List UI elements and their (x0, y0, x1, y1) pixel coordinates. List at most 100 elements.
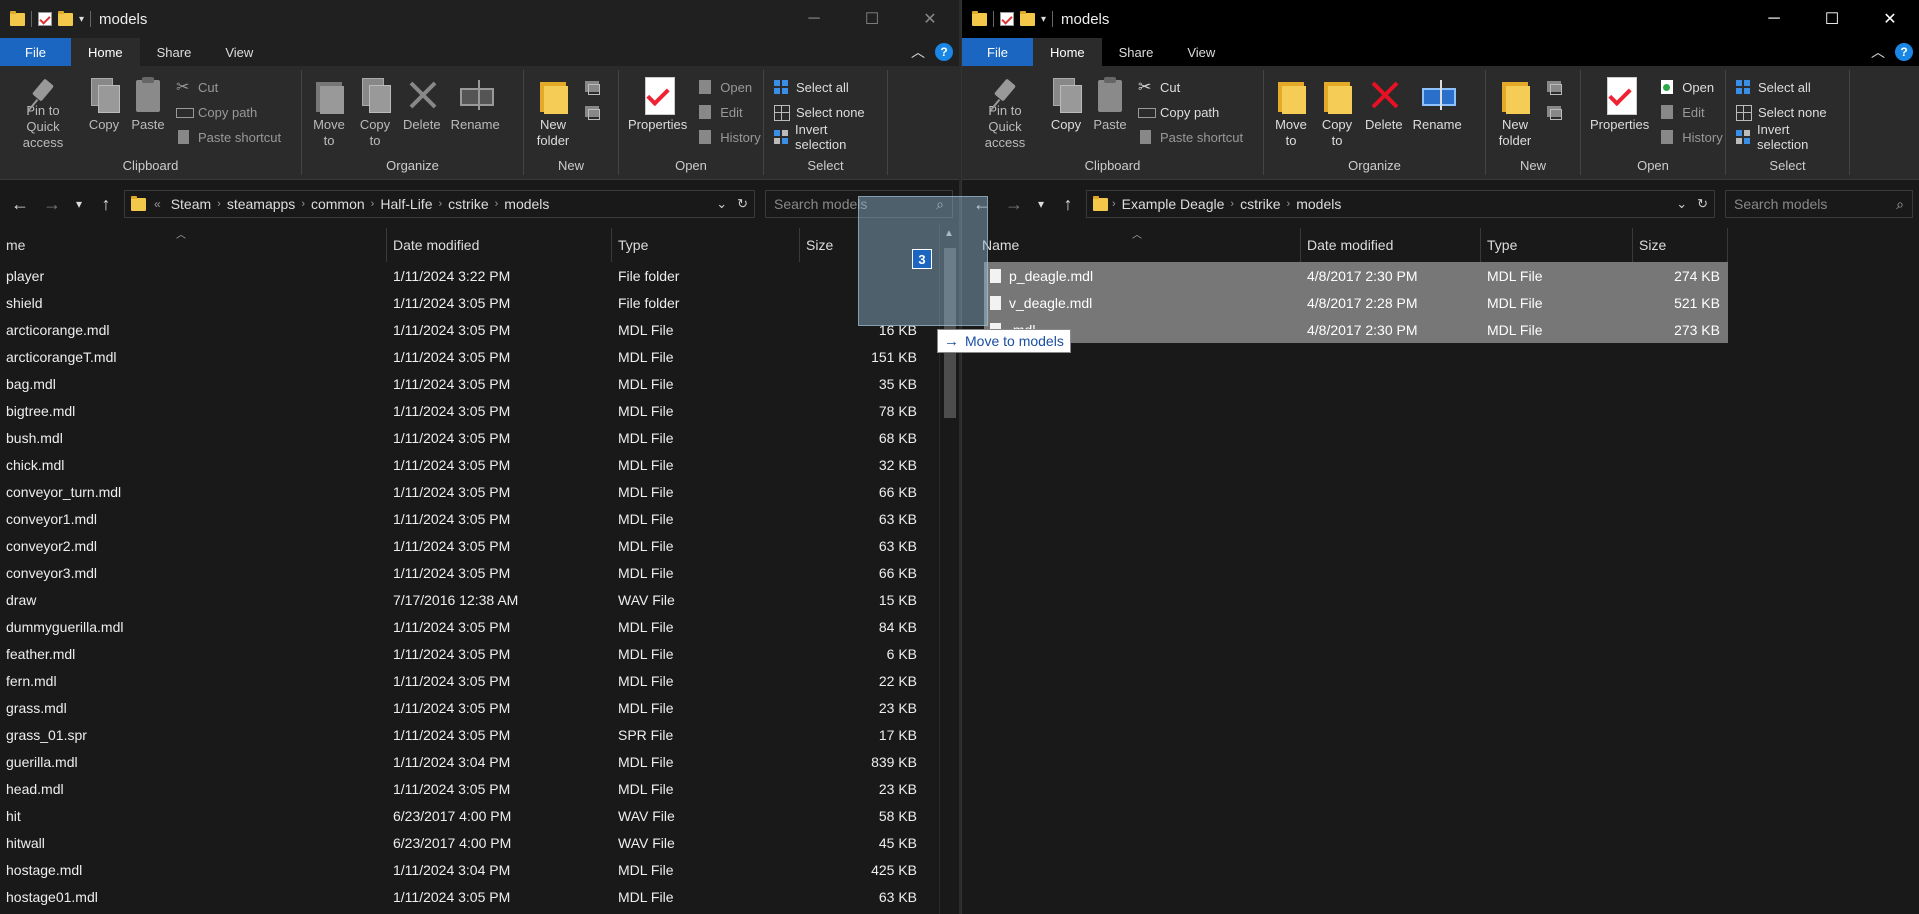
column-date-modified[interactable]: Date modified (1301, 228, 1481, 262)
title-bar[interactable]: ▾ models ─ ☐ ✕ (962, 0, 1919, 38)
paste-button[interactable]: Paste (1088, 74, 1132, 153)
file-row[interactable]: hostage.mdl 1/11/2024 3:04 PM MDL File 425 … (0, 856, 959, 883)
back-icon[interactable]: ← (6, 190, 34, 218)
file-row[interactable]: dummyguerilla.mdl 1/11/2024 3:05 PM MDL Fi… (0, 613, 959, 640)
file-row[interactable]: v_deagle.mdl 4/8/2017 2:28 PM MDL File 521 … (984, 289, 1728, 316)
history-button[interactable]: History (698, 126, 761, 148)
file-row[interactable]: conveyor2.mdl 1/11/2024 3:05 PM MDL File 63… (0, 532, 959, 559)
file-row[interactable]: bag.mdl 1/11/2024 3:05 PM MDL File 35 KB (0, 370, 959, 397)
pin-to-quick-access-button[interactable]: Pin to Quick access (966, 74, 1044, 153)
edit-button[interactable]: Edit (1660, 101, 1722, 123)
close-icon[interactable]: ✕ (1861, 0, 1919, 38)
select-none-button[interactable]: Select none (1736, 101, 1839, 123)
new-folder-button[interactable]: New folder (1490, 74, 1540, 153)
tab-file[interactable]: File (0, 38, 71, 66)
recent-locations-icon[interactable]: ▾ (70, 190, 88, 218)
file-row[interactable]: hitwall 6/23/2017 4:00 PM WAV File 45 KB (0, 829, 959, 856)
tab-share[interactable]: Share (140, 38, 209, 66)
address-bar[interactable]: › Example Deagle › cstrike › models ⌄ ↻ (1086, 190, 1715, 218)
address-overflow[interactable]: « (150, 197, 165, 211)
move-to-button[interactable]: Move to (306, 74, 352, 153)
select-all-button[interactable]: Select all (774, 76, 877, 98)
properties-icon[interactable] (38, 12, 52, 26)
close-icon[interactable]: ✕ (901, 0, 959, 38)
file-row[interactable]: guerilla.mdl 1/11/2024 3:04 PM MDL File 839… (0, 748, 959, 775)
tab-view[interactable]: View (1170, 38, 1232, 66)
paste-shortcut-button[interactable]: Paste shortcut (176, 126, 281, 148)
file-row[interactable]: draw 7/17/2016 12:38 AM WAV File 15 KB (0, 586, 959, 613)
properties-button[interactable]: Properties (1585, 74, 1654, 153)
easy-access-button[interactable] (584, 101, 600, 123)
invert-selection-button[interactable]: Invert selection (774, 122, 877, 152)
breadcrumb-models[interactable]: models (498, 196, 555, 212)
copy-button[interactable]: Copy (1044, 74, 1088, 153)
copy-to-button[interactable]: Copy to (352, 74, 398, 153)
file-row[interactable]: player 1/11/2024 3:22 PM File folder (0, 262, 959, 289)
breadcrumb-steam[interactable]: Steam (165, 196, 217, 212)
new-folder-icon[interactable] (58, 10, 73, 26)
refresh-icon[interactable]: ↻ (737, 196, 748, 212)
edit-button[interactable]: Edit (698, 101, 760, 123)
column-type[interactable]: Type (612, 228, 800, 262)
breadcrumb-cstrike[interactable]: cstrike (1234, 196, 1286, 212)
tab-file[interactable]: File (962, 38, 1033, 66)
file-row[interactable]: feather.mdl 1/11/2024 3:05 PM MDL File 6 KB (0, 640, 959, 667)
new-item-button[interactable] (1546, 76, 1562, 98)
up-icon[interactable]: ↑ (92, 190, 120, 218)
cut-button[interactable]: Cut (176, 76, 281, 98)
file-row[interactable]: shield 1/11/2024 3:05 PM File folder (0, 289, 959, 316)
column-size[interactable]: Size (1633, 228, 1728, 262)
properties-button[interactable]: Properties (623, 74, 692, 153)
copy-to-button[interactable]: Copy to (1314, 74, 1360, 153)
help-icon[interactable]: ? (1895, 43, 1913, 61)
breadcrumb-steamapps[interactable]: steamapps (221, 196, 301, 212)
file-row[interactable]: bush.mdl 1/11/2024 3:05 PM MDL File 68 KB (0, 424, 959, 451)
chevron-down-icon[interactable]: ▾ (1041, 14, 1046, 25)
file-row[interactable]: p_deagle.mdl 4/8/2017 2:30 PM MDL File 274 … (984, 262, 1728, 289)
properties-icon[interactable] (1000, 12, 1014, 26)
paste-button[interactable]: Paste (126, 74, 170, 153)
tab-share[interactable]: Share (1102, 38, 1171, 66)
breadcrumb-example-deagle[interactable]: Example Deagle (1116, 196, 1231, 212)
breadcrumb-half-life[interactable]: Half-Life (374, 196, 438, 212)
address-dropdown-icon[interactable]: ⌄ (1676, 196, 1687, 212)
file-row[interactable]: head.mdl 1/11/2024 3:05 PM MDL File 23 KB (0, 775, 959, 802)
tab-home[interactable]: Home (70, 38, 140, 66)
file-row[interactable]: fern.mdl 1/11/2024 3:05 PM MDL File 22 KB (0, 667, 959, 694)
breadcrumb-common[interactable]: common (305, 196, 371, 212)
new-folder-button[interactable]: New folder (528, 74, 578, 153)
file-row[interactable]: conveyor3.mdl 1/11/2024 3:05 PM MDL File 66… (0, 559, 959, 586)
forward-icon[interactable]: → (1000, 190, 1028, 218)
tab-view[interactable]: View (208, 38, 270, 66)
collapse-ribbon-icon[interactable]: ︿ (911, 42, 925, 62)
new-item-button[interactable] (584, 76, 600, 98)
open-button[interactable]: Open (698, 76, 760, 98)
delete-button[interactable]: Delete (1360, 74, 1408, 153)
file-row[interactable]: conveyor1.mdl 1/11/2024 3:05 PM MDL File 63… (0, 505, 959, 532)
title-bar[interactable]: ▾ models ─ ☐ ✕ (0, 0, 959, 38)
column-name[interactable]: me (0, 228, 387, 262)
breadcrumb-cstrike[interactable]: cstrike (442, 196, 494, 212)
file-row[interactable]: grass.mdl 1/11/2024 3:05 PM MDL File 23 KB (0, 694, 959, 721)
rename-button[interactable]: Rename (1408, 74, 1467, 153)
search-input[interactable]: Search models ⌕ (1725, 190, 1913, 218)
file-row[interactable]: grass_01.spr 1/11/2024 3:05 PM SPR File 17 … (0, 721, 959, 748)
minimize-icon[interactable]: ─ (1745, 0, 1803, 38)
file-row[interactable]: hit 6/23/2017 4:00 PM WAV File 58 KB (0, 802, 959, 829)
vertical-scrollbar[interactable]: ▲ (939, 224, 959, 914)
recent-locations-icon[interactable]: ▾ (1032, 190, 1050, 218)
chevron-down-icon[interactable]: ▾ (79, 14, 84, 25)
file-row[interactable]: bigtree.mdl 1/11/2024 3:05 PM MDL File 78 K… (0, 397, 959, 424)
minimize-icon[interactable]: ─ (785, 0, 843, 38)
rename-button[interactable]: Rename (446, 74, 505, 153)
copy-button[interactable]: Copy (82, 74, 126, 153)
delete-button[interactable]: Delete (398, 74, 446, 153)
address-bar[interactable]: « Steam › steamapps › common › Half-Life… (124, 190, 755, 218)
cut-button[interactable]: Cut (1138, 76, 1243, 98)
up-icon[interactable]: ↑ (1054, 190, 1082, 218)
open-button[interactable]: Open (1660, 76, 1722, 98)
refresh-icon[interactable]: ↻ (1697, 196, 1708, 212)
file-row[interactable]: arcticorange.mdl 1/11/2024 3:05 PM MDL Fil… (0, 316, 959, 343)
help-icon[interactable]: ? (935, 43, 953, 61)
forward-icon[interactable]: → (38, 190, 66, 218)
